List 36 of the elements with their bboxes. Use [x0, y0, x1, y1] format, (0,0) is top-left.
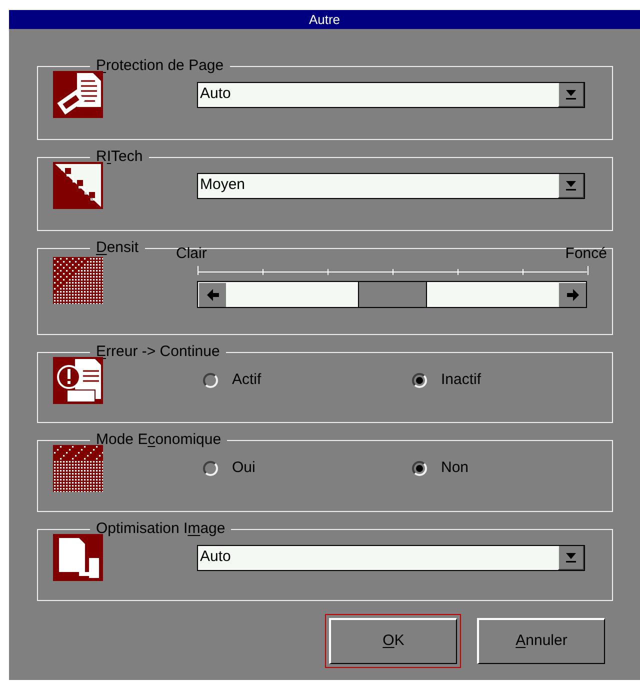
section-title: Optimisation Image	[95, 520, 226, 538]
radio-button[interactable]	[203, 373, 218, 388]
section-title: Densit	[95, 239, 140, 257]
staircase-icon	[53, 162, 103, 209]
radio-option[interactable]: Non	[406, 457, 469, 480]
section-title: Mode Economique	[95, 431, 222, 449]
radio-option[interactable]: Inactif	[406, 369, 482, 392]
slider-track[interactable]	[197, 280, 587, 308]
scroll-right-button[interactable]	[558, 282, 586, 306]
document-warning-icon	[53, 357, 103, 404]
dropdown-value: Moyen	[199, 174, 246, 194]
dropdown-button[interactable]	[558, 82, 584, 106]
dither-pattern-icon	[53, 445, 103, 492]
radio-option[interactable]: Oui	[197, 457, 406, 480]
min-label: Clair	[176, 244, 207, 264]
radio-option[interactable]: Actif	[197, 369, 406, 392]
dropdown-field[interactable]: Moyen	[197, 172, 585, 198]
dropdown-value: Auto	[199, 84, 232, 104]
dropdown-button[interactable]	[558, 546, 584, 570]
dropdown-button[interactable]	[558, 174, 584, 198]
document-chip-icon	[53, 71, 103, 118]
radio-button[interactable]	[203, 461, 218, 476]
dither-gradient-icon	[53, 256, 103, 304]
radio-button[interactable]	[412, 373, 427, 388]
window-title: Autre	[9, 10, 640, 29]
radio-button[interactable]	[412, 461, 427, 476]
dialog-button[interactable]: OK	[325, 614, 461, 668]
section-title: Erreur -> Continue	[95, 343, 221, 361]
dropdown-field[interactable]: Auto	[197, 544, 585, 570]
max-label: Foncé	[565, 244, 607, 264]
section-title: Protection de Page	[95, 57, 225, 75]
section-title: RITech	[95, 148, 144, 166]
slider-thumb[interactable]	[358, 282, 426, 306]
scroll-left-button[interactable]	[198, 282, 226, 306]
dropdown-value: Auto	[199, 546, 232, 566]
dropdown-field[interactable]: Auto	[197, 82, 585, 108]
